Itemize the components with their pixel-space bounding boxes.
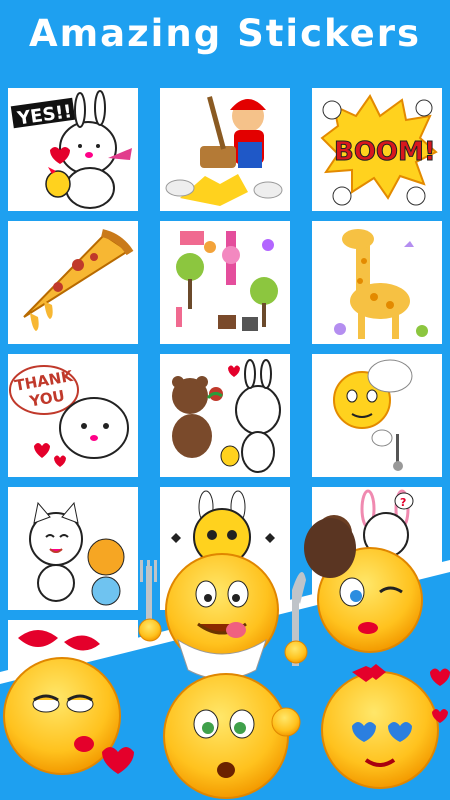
hungry-emoji-icon [138, 553, 308, 680]
worried-emoji-icon [163, 673, 301, 799]
kissing-emoji-icon [3, 657, 134, 775]
heart-eyes-emoji-icon [321, 664, 450, 789]
winking-emoji-icon [304, 518, 423, 653]
emoji-overlay [3, 518, 450, 799]
